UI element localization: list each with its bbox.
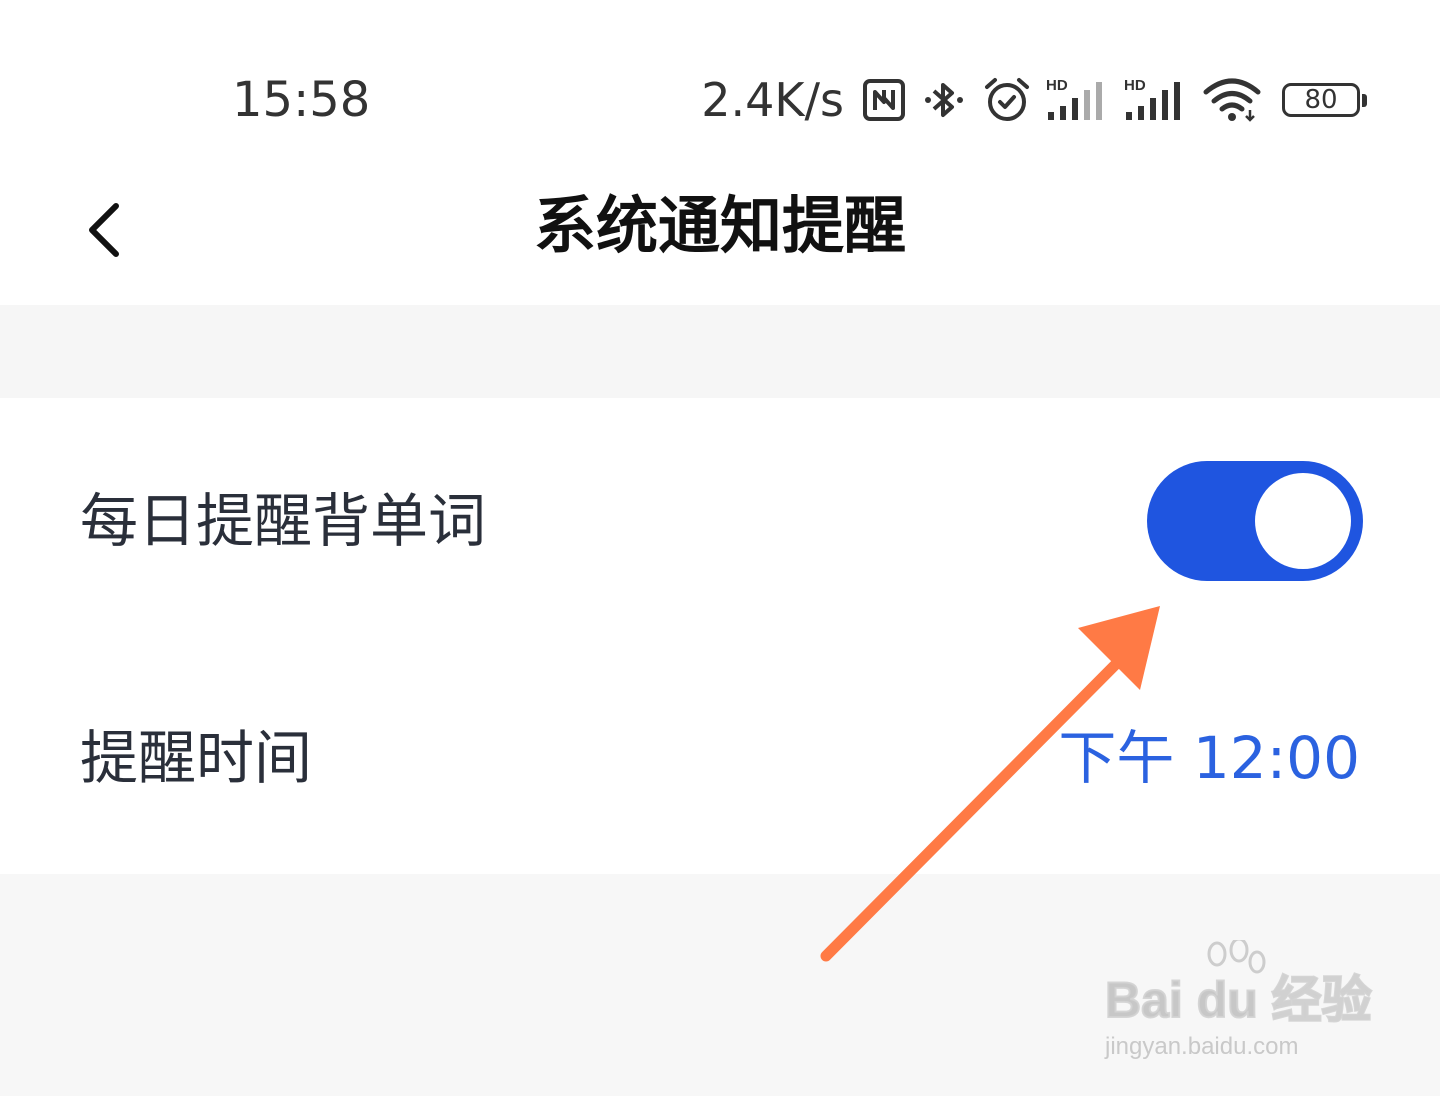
hd-signal-2-icon: HD — [1124, 77, 1180, 120]
svg-text:HD: HD — [1124, 77, 1146, 94]
nfc-icon — [863, 79, 905, 121]
battery-icon: 80 — [1282, 83, 1367, 117]
battery-level: 80 — [1304, 85, 1338, 115]
status-bar: 15:58 2.4K/s HD HD 80 — [0, 0, 1440, 170]
network-speed: 2.4K/s — [701, 73, 844, 127]
wifi-icon — [1203, 78, 1261, 122]
battery-tip — [1362, 94, 1367, 107]
baidu-watermark: Bai du 经验 jingyan.baidu.com — [1104, 940, 1373, 1070]
reminder-time-value[interactable]: 下午 12:00 — [1058, 723, 1360, 793]
toggle-knob — [1255, 473, 1351, 569]
daily-reminder-toggle[interactable] — [1147, 461, 1363, 581]
daily-reminder-label: 每日提醒背单词 — [80, 487, 487, 555]
reminder-time-label: 提醒时间 — [80, 724, 313, 792]
status-time: 15:58 — [232, 72, 371, 128]
nav-bar: 系统通知提醒 — [0, 170, 1440, 305]
chevron-left-icon — [89, 203, 119, 257]
svg-text:HD: HD — [1046, 77, 1068, 94]
section-divider — [0, 305, 1440, 398]
settings-card: 每日提醒背单词 提醒时间 下午 12:00 — [0, 398, 1440, 874]
alarm-icon — [985, 78, 1029, 121]
hd-signal-1-icon: HD — [1046, 77, 1102, 120]
bluetooth-icon — [925, 83, 963, 117]
back-button[interactable] — [70, 186, 150, 266]
watermark-logo: Bai du 经验 — [1104, 971, 1373, 1029]
watermark-url: jingyan.baidu.com — [1105, 1033, 1299, 1060]
status-icons: 2.4K/s HD HD 80 — [701, 70, 1367, 130]
page-title: 系统通知提醒 — [533, 189, 906, 262]
